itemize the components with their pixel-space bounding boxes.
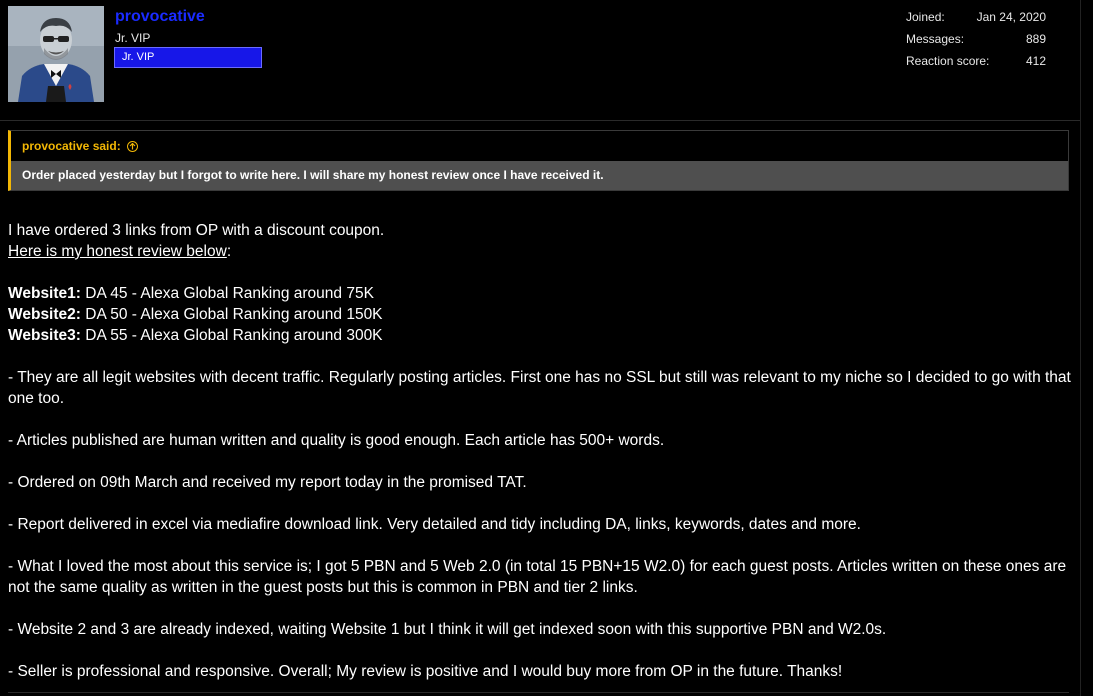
review-link: Here is my honest review below (8, 243, 227, 260)
avatar-image (8, 6, 104, 102)
stat-value[interactable]: 889 (1026, 32, 1046, 54)
user-avatar[interactable] (8, 6, 104, 102)
post-content: I have ordered 3 links from OP with a di… (8, 220, 1078, 682)
divider (1080, 0, 1081, 696)
website-details: DA 50 - Alexa Global Ranking around 150K (80, 306, 383, 323)
website-details: DA 55 - Alexa Global Ranking around 300K (80, 327, 383, 344)
stat-label: Reaction score: (906, 54, 990, 68)
quote-header[interactable]: provocative said: (11, 131, 1068, 161)
website-line: Website3: DA 55 - Alexa Global Ranking a… (8, 325, 1078, 346)
website-line: Website2: DA 50 - Alexa Global Ranking a… (8, 304, 1078, 325)
website-details: DA 45 - Alexa Global Ranking around 75K (80, 285, 374, 302)
user-stats: Joined: Jan 24, 2020 Messages: 889 React… (906, 10, 1046, 76)
review-heading: Here is my honest review below: (8, 241, 1078, 262)
stat-label: Messages: (906, 32, 965, 46)
review-point: - Report delivered in excel via mediafir… (8, 516, 861, 533)
quote-text: Order placed yesterday but I forgot to w… (11, 161, 1068, 190)
stat-reaction-score: Reaction score: 412 (906, 54, 1046, 76)
review-point: - Articles published are human written a… (8, 432, 665, 449)
review-point: - Seller is professional and responsive.… (8, 663, 843, 680)
user-banner: Jr. VIP (114, 47, 262, 68)
website-name: Website1: (8, 285, 81, 302)
username-link[interactable]: provocative (115, 8, 205, 26)
website-name: Website3: (8, 327, 81, 344)
quote-author[interactable]: provocative said: (22, 131, 121, 161)
stat-value: 412 (1025, 54, 1046, 68)
jump-to-quote-icon[interactable] (126, 140, 138, 152)
post-intro: I have ordered 3 links from OP with a di… (8, 222, 385, 239)
post-user-header: provocative Jr. VIP Jr. VIP Joined: Jan … (0, 0, 1080, 121)
stat-joined: Joined: Jan 24, 2020 (906, 10, 1046, 32)
quote-block: provocative said: Order placed yesterday… (8, 130, 1069, 191)
review-point: - Ordered on 09th March and received my … (8, 474, 527, 491)
stat-value: Jan 24, 2020 (976, 10, 1046, 24)
stat-label: Joined: (906, 10, 945, 24)
review-colon: : (226, 243, 232, 260)
review-point: - Website 2 and 3 are already indexed, w… (8, 621, 887, 638)
review-point: - They are all legit websites with decen… (8, 369, 1071, 407)
forum-post: provocative Jr. VIP Jr. VIP Joined: Jan … (0, 0, 1093, 696)
user-title: Jr. VIP (115, 31, 151, 45)
stat-messages: Messages: 889 (906, 32, 1046, 54)
website-line: Website1: DA 45 - Alexa Global Ranking a… (8, 283, 1078, 304)
website-name: Website2: (8, 306, 81, 323)
review-point: - What I loved the most about this servi… (8, 558, 1067, 596)
divider (8, 692, 1069, 693)
